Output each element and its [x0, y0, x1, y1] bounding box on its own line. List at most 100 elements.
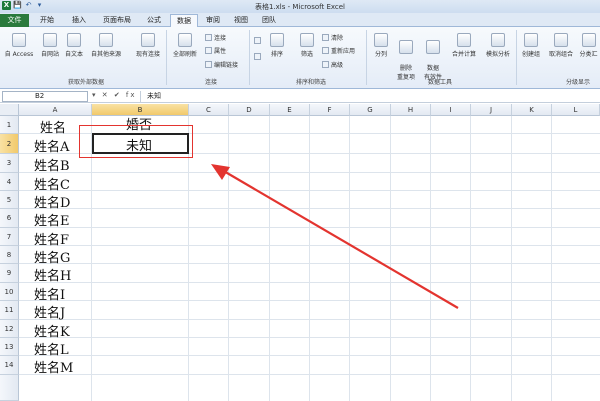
row-header: [0, 375, 19, 401]
subtotal-button[interactable]: 分类汇: [577, 33, 600, 58]
clear-button[interactable]: 清除: [322, 33, 343, 42]
cell-a10[interactable]: 姓名I: [34, 284, 65, 303]
column-header-c[interactable]: C: [189, 104, 229, 116]
advanced-button[interactable]: 高级: [322, 60, 343, 69]
sort-za-icon: [254, 53, 261, 60]
tab-formulas[interactable]: 公式: [140, 14, 168, 27]
cell-a6[interactable]: 姓名E: [34, 210, 70, 229]
consolidate-button[interactable]: 合并计算: [448, 33, 480, 58]
tab-team[interactable]: 团队: [256, 14, 282, 27]
row-header[interactable]: 4: [0, 173, 19, 191]
subtotal-icon: [581, 33, 596, 47]
name-box[interactable]: B2: [2, 91, 88, 102]
reapply-button[interactable]: 重新应用: [322, 46, 355, 55]
tab-view[interactable]: 视图: [228, 14, 254, 27]
cell-a2[interactable]: 姓名A: [34, 136, 69, 155]
row-header[interactable]: 10: [0, 283, 19, 301]
grid-line: [19, 172, 600, 173]
grid-line: [19, 337, 600, 338]
group-label-connections: 连接: [204, 79, 217, 86]
column-header-d[interactable]: D: [229, 104, 270, 116]
cell-a8[interactable]: 姓名G: [34, 247, 70, 266]
row-header[interactable]: 12: [0, 320, 19, 338]
sort-button[interactable]: 排序: [266, 33, 288, 58]
access-icon: [12, 33, 26, 47]
cell-a5[interactable]: 姓名D: [34, 192, 70, 211]
column-header-i[interactable]: I: [431, 104, 471, 116]
properties-button[interactable]: 属性: [205, 46, 226, 55]
sort-za-button[interactable]: [254, 53, 263, 61]
row-header[interactable]: 13: [0, 338, 19, 356]
refresh-all-button[interactable]: 全部刷新: [168, 33, 202, 58]
ribbon-data: 自 Access 自网站 自文本 自其他来源 现有连接 获取外部数据 全部刷新 …: [0, 27, 600, 89]
grid-line: [390, 116, 391, 401]
grid-line: [19, 355, 600, 356]
column-header-l[interactable]: L: [552, 104, 600, 116]
tab-insert[interactable]: 插入: [65, 14, 93, 27]
row-header[interactable]: 6: [0, 209, 19, 228]
cell-a12[interactable]: 姓名K: [34, 321, 70, 340]
edit-links-button[interactable]: 编辑链接: [205, 60, 238, 69]
grid-line: [19, 190, 600, 191]
group-label-external: 获取外部数据: [67, 79, 104, 86]
grid-line: [470, 116, 471, 401]
formula-input[interactable]: 未知: [140, 91, 598, 102]
column-header-a[interactable]: A: [19, 104, 92, 116]
group-label-sort: 排序和筛选: [295, 79, 326, 86]
remove-duplicates-button[interactable]: 删除 重复项: [394, 33, 418, 81]
cell-a1[interactable]: 姓名: [40, 117, 66, 136]
from-other-sources-button[interactable]: 自其他来源: [88, 33, 124, 58]
text-file-icon: [67, 33, 81, 47]
column-header-g[interactable]: G: [350, 104, 391, 116]
text-to-columns-icon: [374, 33, 388, 47]
data-validation-button[interactable]: 数据 有效性: [420, 33, 446, 81]
row-header[interactable]: 2: [0, 134, 19, 154]
tab-data[interactable]: 数据: [170, 14, 198, 28]
row-header[interactable]: 11: [0, 301, 19, 320]
row-header[interactable]: 9: [0, 264, 19, 283]
what-if-analysis-button[interactable]: 模拟分析: [482, 33, 514, 58]
from-access-button[interactable]: 自 Access: [2, 33, 36, 58]
window-title: 表格1.xls - Microsoft Excel: [254, 3, 345, 11]
tab-home[interactable]: 开始: [33, 14, 61, 27]
filter-button[interactable]: 筛选: [296, 33, 318, 58]
tab-file[interactable]: 文件: [0, 14, 29, 27]
grid-line: [91, 116, 92, 401]
sort-az-button[interactable]: [254, 37, 263, 45]
what-if-icon: [491, 33, 505, 47]
group-separator: [166, 30, 167, 85]
from-web-button[interactable]: 自网站: [38, 33, 62, 58]
tab-page-layout[interactable]: 页面布局: [97, 14, 137, 27]
row-header[interactable]: 14: [0, 356, 19, 375]
column-header-f[interactable]: F: [310, 104, 350, 116]
cell-a9[interactable]: 姓名H: [34, 265, 71, 284]
row-header[interactable]: 1: [0, 116, 19, 134]
cell-a11[interactable]: 姓名J: [34, 302, 65, 321]
group-label-outline: 分级显示: [565, 79, 590, 86]
tab-review[interactable]: 审阅: [200, 14, 226, 27]
ungroup-icon: [554, 33, 568, 47]
row-header[interactable]: 7: [0, 228, 19, 246]
group-button[interactable]: 创建组: [518, 33, 544, 58]
text-to-columns-button[interactable]: 分列: [370, 33, 392, 58]
cell-a13[interactable]: 姓名L: [34, 339, 69, 358]
connections-button[interactable]: 连接: [205, 33, 226, 42]
existing-connections-button[interactable]: 现有连接: [132, 33, 164, 58]
row-header[interactable]: 8: [0, 246, 19, 264]
row-header[interactable]: 3: [0, 154, 19, 173]
column-header-k[interactable]: K: [512, 104, 552, 116]
cell-a14[interactable]: 姓名M: [34, 357, 73, 376]
grid-line: [349, 116, 350, 401]
ungroup-button[interactable]: 取消组合: [546, 33, 576, 58]
column-header-e[interactable]: E: [270, 104, 310, 116]
column-header-h[interactable]: H: [391, 104, 431, 116]
cell-a7[interactable]: 姓名F: [34, 229, 69, 248]
cell-a3[interactable]: 姓名B: [34, 155, 70, 174]
group-separator: [516, 30, 517, 85]
column-header-j[interactable]: J: [471, 104, 512, 116]
select-all-corner[interactable]: [0, 104, 19, 116]
from-text-button[interactable]: 自文本: [62, 33, 86, 58]
formula-icons[interactable]: ▾ ✕ ✔ fx: [92, 91, 137, 99]
cell-a4[interactable]: 姓名C: [34, 174, 70, 193]
row-header[interactable]: 5: [0, 191, 19, 209]
